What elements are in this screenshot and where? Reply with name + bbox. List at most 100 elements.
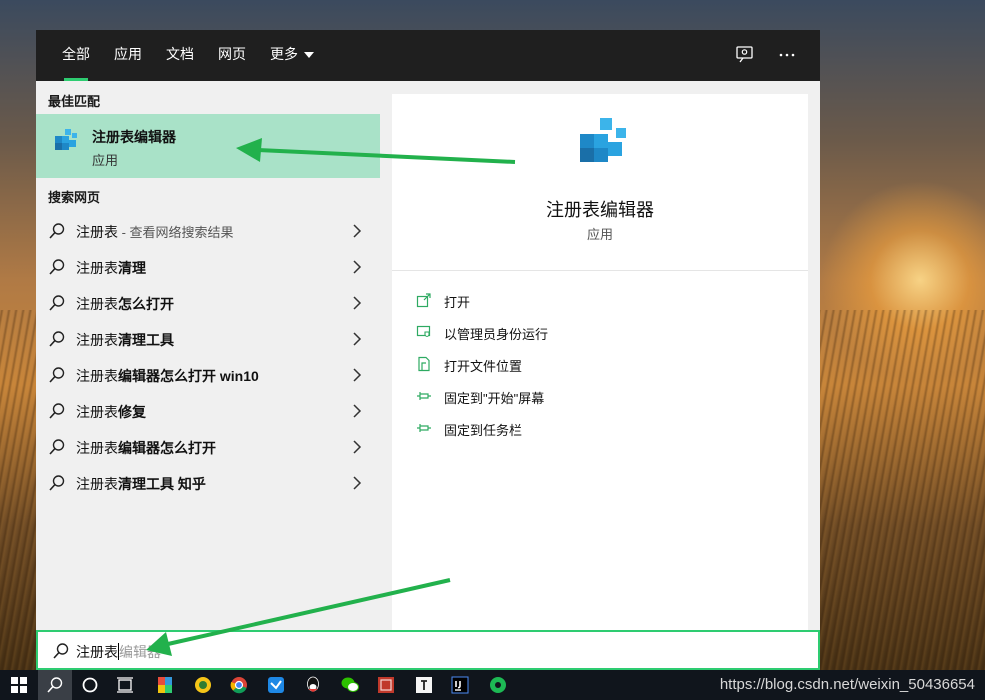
suggestion-completion: 修复 — [118, 404, 146, 420]
best-match-subtitle: 应用 — [92, 153, 119, 168]
search-icon — [49, 223, 65, 239]
search-icon — [49, 367, 65, 383]
action-label: 打开文件位置 — [444, 359, 523, 374]
tab-label: 更多 — [270, 46, 298, 62]
search-filter-bar: 全部 应用 文档 网页 更多 — [36, 30, 820, 81]
suggestion-completion: 编辑器怎么打开 win10 — [118, 368, 259, 384]
web-search-heading: 搜索网页 — [48, 190, 101, 205]
suggestion-query: 注册表 — [76, 404, 118, 420]
pin-icon — [417, 424, 431, 432]
search-typed-text: 注册表 — [76, 644, 118, 660]
suggestion-completion: 怎么打开 — [118, 296, 174, 312]
action-run-as-admin[interactable]: 以管理员身份运行 — [416, 322, 776, 344]
web-search-suggestion[interactable]: 注册表编辑器怎么打开 win10 — [36, 357, 380, 393]
search-icon — [49, 259, 65, 275]
chevron-right-icon[interactable] — [352, 224, 362, 238]
action-label: 固定到任务栏 — [444, 423, 523, 438]
chevron-right-icon[interactable] — [352, 476, 362, 490]
tab-apps[interactable]: 应用 — [102, 30, 154, 81]
suggestion-query: 注册表 — [76, 476, 118, 492]
web-search-suggestion[interactable]: 注册表修复 — [36, 393, 380, 429]
tab-documents[interactable]: 文档 — [154, 30, 206, 81]
web-search-suggestion[interactable]: 注册表 - 查看网络搜索结果 — [36, 213, 380, 249]
tab-web[interactable]: 网页 — [206, 30, 258, 81]
suggestion-query: 注册表 — [76, 224, 118, 240]
intellij-icon[interactable] — [449, 674, 471, 696]
action-pin-to-taskbar[interactable]: 固定到任务栏 — [416, 418, 776, 440]
cortana-icon[interactable] — [79, 674, 101, 696]
file-location-icon — [418, 356, 430, 372]
suggestion-completion: 清理工具 — [118, 332, 174, 348]
suggestion-query: 注册表 — [76, 260, 118, 276]
feedback-icon[interactable] — [734, 44, 756, 66]
tab-all[interactable]: 全部 — [50, 30, 102, 81]
windows-start-icon[interactable] — [8, 674, 30, 696]
tab-label: 全部 — [62, 46, 90, 62]
suggestion-label: 注册表编辑器怎么打开 — [76, 438, 216, 458]
search-icon — [49, 295, 65, 311]
action-open[interactable]: 打开 — [416, 290, 776, 312]
web-search-suggestion[interactable]: 注册表清理工具 知乎 — [36, 465, 380, 501]
taskbar-search-button[interactable] — [38, 670, 72, 700]
chevron-right-icon[interactable] — [352, 296, 362, 310]
suggestion-label: 注册表清理工具 知乎 — [76, 474, 206, 494]
app-icon[interactable] — [487, 674, 509, 696]
run-as-admin-icon — [416, 325, 431, 338]
suggestion-query: 注册表 — [76, 296, 118, 312]
divider — [392, 270, 808, 271]
suggestion-label: 注册表清理 — [76, 258, 146, 278]
action-label: 打开 — [444, 295, 471, 310]
suggestion-query: 注册表 — [76, 440, 118, 456]
qq-icon[interactable] — [302, 674, 324, 696]
tab-label: 应用 — [114, 46, 142, 62]
more-options-icon[interactable] — [776, 44, 798, 66]
best-match-result[interactable]: 注册表编辑器 应用 — [36, 114, 380, 178]
tab-more[interactable]: 更多 — [258, 30, 326, 81]
tab-label: 网页 — [218, 46, 246, 62]
chevron-right-icon[interactable] — [352, 404, 362, 418]
action-open-file-location[interactable]: 打开文件位置 — [416, 354, 776, 376]
web-search-suggestion[interactable]: 注册表清理工具 — [36, 321, 380, 357]
action-pin-to-start[interactable]: 固定到"开始"屏幕 — [416, 386, 776, 408]
chevron-right-icon[interactable] — [352, 260, 362, 274]
app-icon[interactable] — [413, 674, 435, 696]
suggestion-hint: - 查看网络搜索结果 — [118, 225, 234, 240]
suggestion-label: 注册表编辑器怎么打开 win10 — [76, 366, 259, 386]
task-view-icon[interactable] — [114, 674, 136, 696]
chrome-icon[interactable] — [228, 674, 250, 696]
open-icon — [416, 293, 431, 308]
taskbar: https://blog.csdn.net/weixin_50436654 — [0, 670, 985, 700]
web-search-suggestion[interactable]: 注册表怎么打开 — [36, 285, 380, 321]
chevron-right-icon[interactable] — [352, 368, 362, 382]
search-input[interactable]: 注册表编辑器 — [36, 630, 820, 670]
app-icon[interactable] — [192, 674, 214, 696]
app-icon[interactable] — [154, 674, 176, 696]
search-icon — [49, 403, 65, 419]
suggestion-completion: 清理 — [118, 260, 146, 276]
registry-editor-icon — [55, 129, 77, 150]
web-search-suggestion[interactable]: 注册表清理 — [36, 249, 380, 285]
search-icon — [49, 331, 65, 347]
search-panel: 全部 应用 文档 网页 更多 最佳匹配 注册表编辑器 应用 搜索网页 注册表 -… — [36, 30, 820, 670]
best-match-heading: 最佳匹配 — [48, 94, 101, 109]
suggestion-label: 注册表修复 — [76, 402, 146, 422]
search-icon — [47, 677, 63, 693]
detail-title: 注册表编辑器 — [546, 200, 654, 220]
web-search-suggestion[interactable]: 注册表编辑器怎么打开 — [36, 429, 380, 465]
suggestion-query: 注册表 — [76, 332, 118, 348]
detail-pane: 注册表编辑器 应用 打开 以管理员身份运行 打开文件位置 固定到"开始"屏幕 固… — [392, 94, 808, 630]
search-icon — [49, 439, 65, 455]
suggestion-label: 注册表怎么打开 — [76, 294, 174, 314]
app-icon[interactable] — [375, 674, 397, 696]
chevron-right-icon[interactable] — [352, 440, 362, 454]
pin-icon — [417, 392, 431, 400]
chevron-right-icon[interactable] — [352, 332, 362, 346]
best-match-title: 注册表编辑器 — [92, 129, 176, 145]
suggestion-label: 注册表 - 查看网络搜索结果 — [76, 222, 234, 242]
watermark-url: https://blog.csdn.net/weixin_50436654 — [719, 676, 975, 693]
wechat-icon[interactable] — [339, 674, 361, 696]
tab-label: 文档 — [166, 46, 194, 62]
suggestion-label: 注册表清理工具 — [76, 330, 174, 350]
suggestion-query: 注册表 — [76, 368, 118, 384]
app-icon[interactable] — [265, 674, 287, 696]
